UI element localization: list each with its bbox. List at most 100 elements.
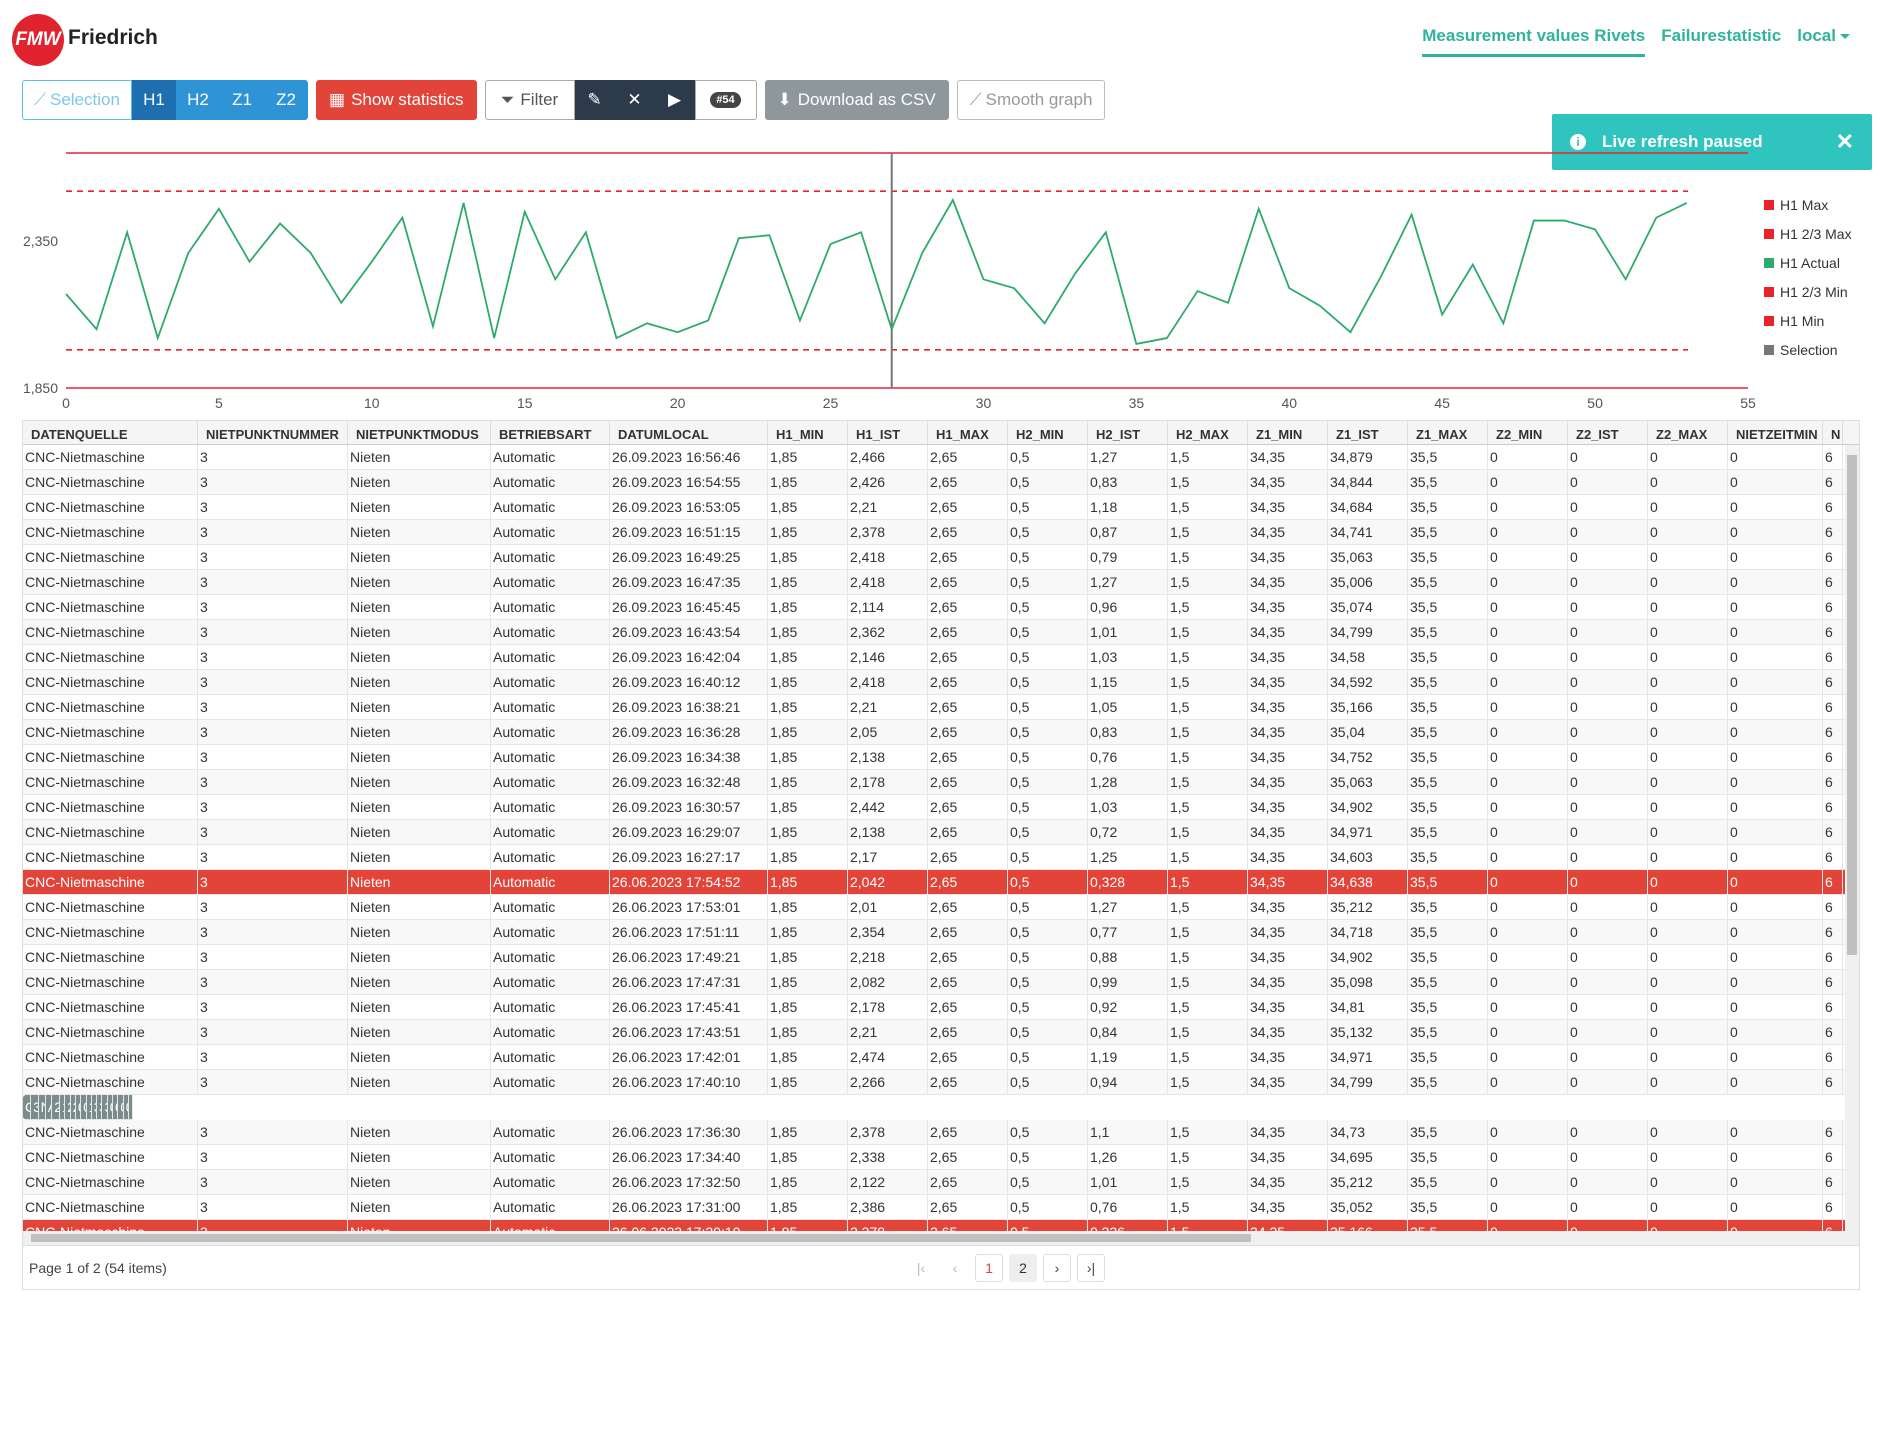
table-row[interactable]: CNC-Nietmaschine3NietenAutomatic26.06.20… <box>23 870 1859 895</box>
column-header[interactable]: BETRIEBSART <box>491 421 610 444</box>
table-row[interactable]: CNC-Nietmaschine3NietenAutomatic26.06.20… <box>23 1070 1859 1095</box>
table-row[interactable]: CNC-Nietmaschine 3 Nieten Automatic 26.09.20… <box>23 845 1859 870</box>
scrollbar-thumb[interactable] <box>1847 455 1857 955</box>
table-row[interactable]: CNC-Nietmaschine3NietenAutomatic26.06.20… <box>23 1195 1859 1220</box>
column-header[interactable]: H1_MAX <box>928 421 1008 444</box>
table-cell: Automatic <box>491 945 610 969</box>
legend-h1-max[interactable]: H1 Max <box>1764 190 1852 219</box>
nav-measurement-values[interactable]: Measurement values Rivets <box>1422 26 1646 57</box>
table-row[interactable]: CNC-Nietmaschine 3 Nieten Automatic 26.09.20… <box>23 695 1859 720</box>
table-row[interactable]: CNC-Nietmaschine3NietenAutomatic26.06.20… <box>23 1045 1859 1070</box>
table-row[interactable]: CNC-Nietmaschine 3 Nieten Automatic 26.09.20… <box>23 745 1859 770</box>
table-row[interactable]: CNC-Nietmaschine 3 Nieten Automatic 26.09.20… <box>23 720 1859 745</box>
table-row[interactable]: CNC-Nietmaschine 3 Nieten Automatic 26.09.20… <box>23 620 1859 645</box>
table-row[interactable]: CNC-Nietmaschine 3 Nieten Automatic 26.09.20… <box>23 520 1859 545</box>
fmw-logo[interactable]: FMW <box>12 14 64 66</box>
column-header[interactable]: DATENQUELLE <box>23 421 198 444</box>
column-header[interactable]: N <box>1823 421 1843 444</box>
horizontal-scrollbar[interactable] <box>23 1231 1859 1245</box>
table-row[interactable]: CNC-Nietmaschine 3 Nieten Automatic 26.09.20… <box>23 770 1859 795</box>
table-row[interactable]: CNC-Nietmaschine3NietenAutomatic26.06.20… <box>23 945 1859 970</box>
column-header[interactable]: H1_MIN <box>768 421 848 444</box>
table-cell: 26.09.2023 16:49:25 <box>610 545 768 569</box>
table-row[interactable]: CNC-Nietmaschine3NietenAutomatic26.06.20… <box>23 1170 1859 1195</box>
table-row[interactable]: CNC-Nietmaschine3NietenAutomatic26.06.20… <box>23 1145 1859 1170</box>
table-row[interactable]: CNC-Nietmaschine 3 Nieten Automatic 26.09.20… <box>23 595 1859 620</box>
legend-h1-23-min[interactable]: H1 2/3 Min <box>1764 277 1852 306</box>
table-cell: 1,15 <box>1088 670 1168 694</box>
table-row[interactable]: CNC-Nietmaschine3NietenAutomatic26.06.20… <box>23 1120 1859 1145</box>
next-page-button[interactable]: › <box>1043 1254 1071 1282</box>
legend-selection[interactable]: Selection <box>1764 335 1852 364</box>
table-cell: Nieten <box>348 570 491 594</box>
edit-filter-button[interactable]: ✎ <box>574 80 615 120</box>
vertical-scrollbar[interactable] <box>1845 445 1859 1238</box>
table-row[interactable]: CNC-Nietmaschine3NietenAutomatic26.06.20… <box>23 895 1859 920</box>
prev-page-button[interactable]: ‹ <box>941 1254 969 1282</box>
table-row[interactable]: CNC-Nietmaschine3NietenAutomatic26.06.20… <box>23 1095 133 1120</box>
table-row[interactable]: CNC-Nietmaschine 3 Nieten Automatic 26.09.20… <box>23 495 1859 520</box>
first-page-button[interactable]: |‹ <box>907 1254 935 1282</box>
table-cell: 34,971 <box>1328 820 1408 844</box>
column-header[interactable]: H1_IST <box>848 421 928 444</box>
clear-filter-button[interactable]: ✕ <box>614 80 655 120</box>
filter-button[interactable]: ⏷ Filter <box>484 80 575 120</box>
actual-series-line[interactable] <box>65 197 1688 345</box>
download-csv-button[interactable]: ⬇ Download as CSV <box>764 80 949 120</box>
table-cell: 2,218 <box>848 945 928 969</box>
column-header[interactable]: NIETZEITMIN <box>1728 421 1823 444</box>
column-header[interactable]: NIETPUNKTNUMMER <box>198 421 348 444</box>
table-row[interactable]: CNC-Nietmaschine3NietenAutomatic26.06.20… <box>23 970 1859 995</box>
table-row[interactable]: CNC-Nietmaschine 3 Nieten Automatic 26.09.20… <box>23 545 1859 570</box>
table-cell: 35,5 <box>1408 595 1488 619</box>
column-header[interactable]: Z1_MIN <box>1248 421 1328 444</box>
table-cell: Nieten <box>348 745 491 769</box>
measurement-chart[interactable]: 0 5 10 15 20 25 30 35 40 45 50 55 1,850 2,350 <box>0 130 1760 415</box>
column-header[interactable]: Z2_MIN <box>1488 421 1568 444</box>
column-header[interactable]: H2_IST <box>1088 421 1168 444</box>
column-header[interactable]: Z2_MAX <box>1648 421 1728 444</box>
legend-h1-23-max[interactable]: H1 2/3 Max <box>1764 219 1852 248</box>
table-cell: 34,35 <box>1248 645 1328 669</box>
scrollbar-thumb[interactable] <box>31 1234 1251 1242</box>
table-row[interactable]: CNC-Nietmaschine 3 Nieten Automatic 26.09.20… <box>23 570 1859 595</box>
table-row[interactable]: CNC-Nietmaschine3NietenAutomatic26.06.20… <box>23 1020 1859 1045</box>
column-header[interactable]: H2_MAX <box>1168 421 1248 444</box>
z1-button[interactable]: Z1 <box>220 80 264 120</box>
play-button[interactable]: ▶ <box>654 80 695 120</box>
table-row[interactable]: CNC-Nietmaschine 3 Nieten Automatic 26.09.20… <box>23 445 1859 470</box>
table-row[interactable]: CNC-Nietmaschine 3 Nieten Automatic 26.09.20… <box>23 820 1859 845</box>
smooth-graph-button[interactable]: ⟋ Smooth graph <box>956 80 1106 120</box>
table-cell: 1,5 <box>1168 770 1248 794</box>
table-row[interactable]: CNC-Nietmaschine3NietenAutomatic26.06.20… <box>23 995 1859 1020</box>
legend-h1-actual[interactable]: H1 Actual <box>1764 248 1852 277</box>
column-header[interactable]: Z2_IST <box>1568 421 1648 444</box>
table-cell: 34,35 <box>1248 1045 1328 1069</box>
page-1-button[interactable]: 1 <box>975 1254 1003 1282</box>
column-header[interactable]: Z1_MAX <box>1408 421 1488 444</box>
z2-button[interactable]: Z2 <box>264 80 308 120</box>
column-header[interactable]: DATUMLOCAL <box>610 421 768 444</box>
table-row[interactable]: CNC-Nietmaschine3NietenAutomatic26.06.20… <box>23 920 1859 945</box>
table-cell: Nieten <box>348 870 491 894</box>
last-page-button[interactable]: ›| <box>1077 1254 1105 1282</box>
close-icon[interactable]: ✕ <box>1836 129 1854 155</box>
nav-local-dropdown[interactable]: local <box>1797 26 1850 57</box>
legend-h1-min[interactable]: H1 Min <box>1764 306 1852 335</box>
table-cell: 0 <box>1648 520 1728 544</box>
table-row[interactable]: CNC-Nietmaschine 3 Nieten Automatic 26.09.20… <box>23 470 1859 495</box>
nav-failurestatistic[interactable]: Failurestatistic <box>1661 26 1781 57</box>
page-2-button[interactable]: 2 <box>1009 1254 1037 1282</box>
column-header[interactable]: Z1_IST <box>1328 421 1408 444</box>
show-statistics-button[interactable]: ▦ Show statistics <box>316 80 477 120</box>
column-header[interactable]: NIETPUNKTMODUS <box>348 421 491 444</box>
table-row[interactable]: CNC-Nietmaschine 3 Nieten Automatic 26.09.20… <box>23 670 1859 695</box>
table-row[interactable]: CNC-Nietmaschine 3 Nieten Automatic 26.09.20… <box>23 645 1859 670</box>
column-header[interactable]: H2_MIN <box>1008 421 1088 444</box>
h2-button[interactable]: H2 <box>176 80 220 120</box>
table-cell: 35,5 <box>1408 745 1488 769</box>
table-cell: 34,73 <box>1328 1120 1408 1144</box>
selection-button[interactable]: ⟋ Selection <box>22 80 132 120</box>
table-row[interactable]: CNC-Nietmaschine 3 Nieten Automatic 26.09.20… <box>23 795 1859 820</box>
h1-button[interactable]: H1 <box>132 80 176 120</box>
